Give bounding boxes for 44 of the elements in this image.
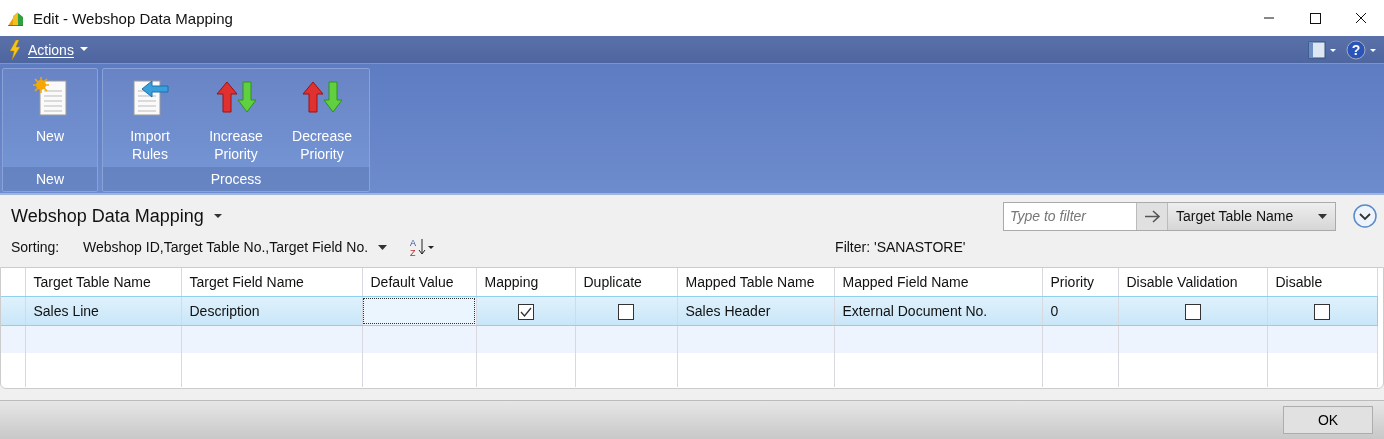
table-cell: Sales Header: [677, 296, 834, 325]
column-header[interactable]: Target Table Name: [25, 268, 181, 297]
dropdown-arrow-icon: [213, 213, 222, 219]
checkbox[interactable]: [517, 303, 534, 320]
lightning-icon: [8, 39, 22, 60]
group-label: Process: [103, 167, 369, 191]
checkbox[interactable]: [1314, 303, 1330, 320]
filter-field[interactable]: Type to filter: [1004, 202, 1137, 230]
filter-text: Filter: 'SANASTORE': [835, 239, 966, 255]
dropdown-arrow-icon: [378, 244, 388, 250]
window-title: Edit - Webshop Data Mapping: [33, 9, 234, 27]
table-cell: External Document No.: [834, 296, 1042, 325]
column-header[interactable]: Disable: [1267, 268, 1377, 297]
column-header[interactable]: Mapped Table Name: [677, 268, 834, 297]
group-label: New: [3, 167, 97, 191]
checkbox[interactable]: [618, 303, 634, 320]
document-arrow-icon: [130, 77, 170, 117]
table-cell: 0: [1042, 296, 1118, 325]
table-cell: Sales Line: [25, 296, 181, 325]
column-header[interactable]: Disable Validation: [1118, 268, 1267, 297]
column-header[interactable]: Target Field Name: [181, 268, 362, 297]
new-document-icon: [32, 77, 68, 117]
dropdown-arrow-icon: [1318, 213, 1327, 219]
actions-menu[interactable]: Actions: [8, 39, 88, 60]
sorting-dropdown[interactable]: Webshop ID,Target Table No.,Target Field No.: [83, 239, 388, 255]
filter-column-dropdown[interactable]: Target Table Name: [1167, 202, 1335, 230]
apply-filter-button[interactable]: [1137, 202, 1167, 230]
column-header[interactable]: Mapped Field Name: [834, 268, 1042, 297]
page-title-menu[interactable]: Webshop Data Mapping: [11, 205, 1003, 227]
column-header[interactable]: Priority: [1042, 268, 1118, 297]
column-header[interactable]: Default Value: [362, 268, 476, 297]
dropdown-arrow-icon: [79, 47, 88, 52]
column-header[interactable]: Mapping: [476, 268, 575, 297]
layout-menu-icon[interactable]: [1308, 40, 1338, 59]
sorting-label: Sorting:: [11, 239, 61, 255]
expand-icon[interactable]: [1352, 203, 1378, 229]
ok-button[interactable]: OK: [1283, 406, 1373, 434]
table-cell: Description: [181, 296, 362, 325]
column-header[interactable]: Duplicate: [575, 268, 677, 297]
check-icon: [519, 306, 532, 317]
table-cell-field[interactable]: [362, 296, 476, 325]
table-row[interactable]: Sales Line Description Sales Header External Document No. 0: [1, 296, 1377, 325]
checkbox[interactable]: [1184, 303, 1201, 320]
app-logo-icon: [7, 10, 25, 26]
